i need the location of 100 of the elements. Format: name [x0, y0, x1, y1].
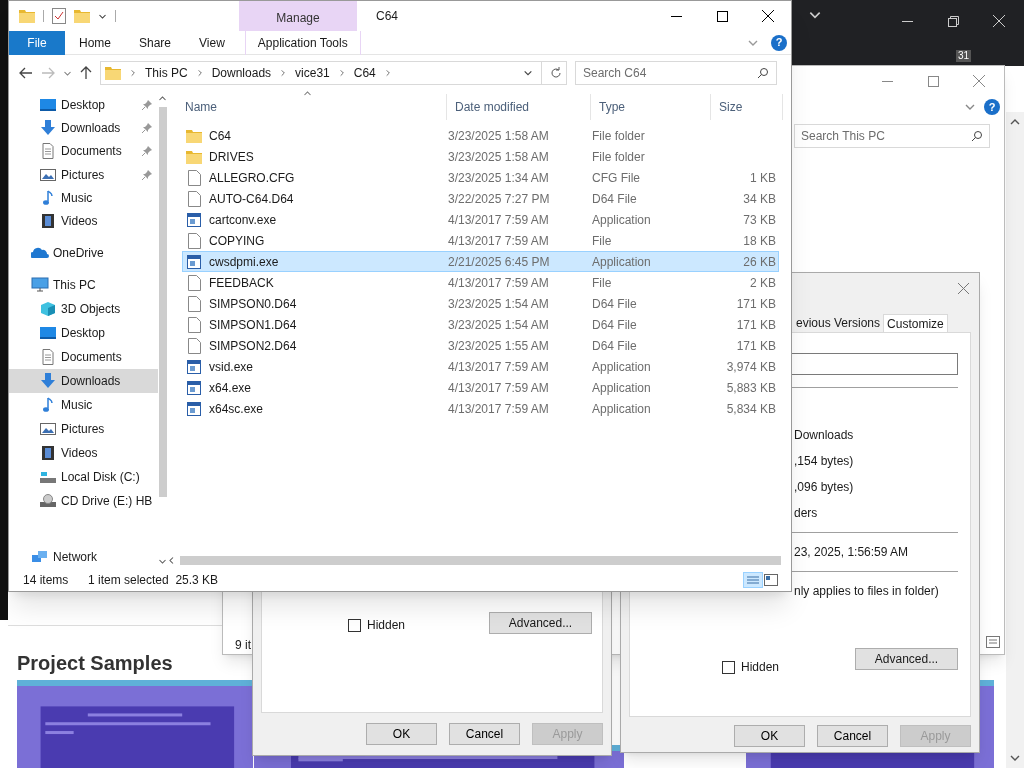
file-row[interactable]: SIMPSON1.D64 3/23/2025 1:54 AM D64 File 171 KB [182, 314, 779, 335]
help-icon[interactable]: ? [771, 34, 787, 51]
back-arrow-icon[interactable] [19, 67, 33, 79]
checkbox-label: Hidden [367, 617, 406, 634]
nav-item[interactable]: CD Drive (E:) HB [9, 488, 159, 513]
dialog-button[interactable]: OK [734, 725, 805, 747]
advanced-button[interactable]: Advanced... [489, 612, 592, 634]
file-name: ALLEGRO.CFG [209, 169, 295, 187]
nav-item[interactable]: Documents [9, 344, 159, 369]
nav-item[interactable]: Documents [9, 139, 159, 163]
nav-item[interactable]: Videos [9, 209, 159, 233]
date-cell-text: 3/23/2025 1:58 AM [448, 127, 550, 145]
checkbox[interactable] [348, 618, 361, 632]
monitor-icon [39, 96, 57, 113]
dialog-button[interactable]: OK [366, 723, 437, 745]
column-header[interactable]: Date modified [447, 94, 591, 120]
search-field[interactable]: Search C64 [575, 61, 777, 85]
nav-item[interactable]: Pictures [9, 416, 159, 441]
document-icon [187, 316, 201, 333]
column-header[interactable]: Name [177, 94, 447, 120]
nav-item[interactable]: Local Disk (C:) [9, 464, 159, 489]
scrollbar-thumb[interactable] [158, 107, 167, 497]
file-row[interactable]: vsid.exe 4/13/2017 7:59 AM Application 3,974 KB [182, 356, 779, 377]
file-row[interactable]: ALLEGRO.CFG 3/23/2025 1:34 AM CFG File 1 KB [182, 167, 779, 188]
dialog-button[interactable]: Cancel [449, 723, 520, 745]
file-row[interactable]: FEEDBACK 4/13/2017 7:59 AM File 2 KB [182, 272, 779, 293]
checkbox[interactable] [722, 660, 735, 674]
nav-item[interactable]: Music [9, 186, 159, 210]
nav-item[interactable]: Downloads [9, 116, 159, 140]
ribbon-tab[interactable]: File [9, 31, 65, 55]
view-icon[interactable] [986, 636, 1000, 648]
file-name: FEEDBACK [209, 274, 274, 292]
size-cell-text: 26 KB [743, 253, 776, 271]
type-cell-text: File folder [592, 127, 646, 145]
breadcrumb[interactable]: This PC [145, 64, 188, 82]
large-icons-view-icon[interactable] [763, 573, 779, 587]
address-bar[interactable]: This PC Downloads vice31 C64 [100, 61, 567, 85]
file-row[interactable]: COPYING 4/13/2017 7:59 AM File 18 KB [182, 230, 779, 251]
properties-icon[interactable] [52, 8, 66, 24]
ribbon-tab[interactable]: Application Tools [244, 31, 361, 55]
file-row[interactable]: x64.exe 4/13/2017 7:59 AM Application 5,883 KB [182, 377, 779, 398]
file-row[interactable]: C64 3/23/2025 1:58 AM File folder [182, 125, 779, 146]
folder-icon [186, 128, 202, 143]
file-name: vsid.exe [209, 358, 254, 376]
nav-item[interactable]: Videos [9, 440, 159, 465]
close-icon[interactable] [762, 10, 774, 22]
type-cell-text: D64 File [592, 337, 638, 355]
nav-item[interactable]: Pictures [9, 163, 159, 187]
status-text: 9 it [235, 637, 251, 654]
file-row[interactable]: AUTO-C64.D64 3/22/2025 7:27 PM D64 File 34 KB [182, 188, 779, 209]
column-header[interactable]: Type [591, 94, 711, 120]
file-row[interactable]: cartconv.exe 4/13/2017 7:59 AM Application 73 KB [182, 209, 779, 230]
restore-icon[interactable] [947, 15, 959, 27]
column-header[interactable]: Size [711, 94, 783, 120]
advanced-button[interactable]: Advanced... [855, 648, 958, 670]
nav-item[interactable]: This PC [9, 272, 159, 297]
pin-icon[interactable] [142, 169, 153, 180]
nav-item[interactable]: Network [9, 544, 159, 569]
breadcrumb[interactable]: vice31 [295, 64, 330, 82]
ribbon-tab[interactable]: Home [65, 31, 125, 55]
scrollbar-thumb[interactable] [180, 555, 781, 565]
breadcrumb[interactable]: Downloads [211, 64, 272, 82]
dropdown-icon [523, 68, 533, 78]
download-icon [39, 372, 57, 389]
up-arrow-icon[interactable] [80, 66, 92, 80]
ribbon-tab[interactable]: View [185, 31, 239, 55]
file-row[interactable]: x64sc.exe 4/13/2017 7:59 AM Application 5,834 KB [182, 398, 779, 419]
file-row[interactable]: SIMPSON2.D64 3/23/2025 1:55 AM D64 File 171 KB [182, 335, 779, 356]
file-row[interactable]: cwsdpmi.exe 2/21/2025 6:45 PM Application 26 KB [182, 251, 779, 272]
scroll-left-icon [167, 555, 176, 565]
date-cell-text: 3/23/2025 1:54 AM [448, 316, 550, 334]
nav-item[interactable]: Music [9, 392, 159, 417]
help-icon[interactable]: ? [984, 99, 1000, 115]
property-value: nly applies to files in folder) [794, 583, 940, 600]
cube-icon [39, 300, 57, 317]
nav-item[interactable]: Desktop [9, 93, 159, 117]
breadcrumb[interactable]: C64 [353, 64, 376, 82]
pin-icon[interactable] [142, 123, 153, 133]
folder-icon [19, 9, 35, 23]
pin-icon[interactable] [142, 146, 153, 157]
film-icon [39, 213, 57, 230]
type-cell-text: Application [592, 400, 652, 418]
nav-item[interactable]: 3D Objects [9, 296, 159, 321]
maximize-icon[interactable] [716, 10, 728, 22]
size-cell-text: 34 KB [743, 190, 776, 208]
refresh-icon[interactable] [550, 67, 562, 79]
monitor-icon [39, 324, 57, 341]
dialog-tab[interactable]: Customize [883, 314, 948, 332]
dialog-tab[interactable]: evious Versions [793, 314, 884, 332]
nav-item[interactable]: Desktop [9, 320, 159, 345]
nav-item[interactable]: OneDrive [9, 240, 159, 265]
scrollbar[interactable] [1006, 112, 1024, 768]
file-row[interactable]: DRIVES 3/23/2025 1:58 AM File folder [182, 146, 779, 167]
nav-item[interactable]: Downloads [9, 368, 159, 393]
date-cell-text: 4/13/2017 7:59 AM [448, 232, 550, 250]
dialog-button[interactable]: Cancel [817, 725, 888, 747]
file-row[interactable]: SIMPSON0.D64 3/23/2025 1:54 AM D64 File 171 KB [182, 293, 779, 314]
ribbon-tab[interactable]: Share [125, 31, 186, 55]
search-field[interactable]: Search This PC [794, 124, 990, 148]
pin-icon[interactable] [142, 99, 153, 110]
